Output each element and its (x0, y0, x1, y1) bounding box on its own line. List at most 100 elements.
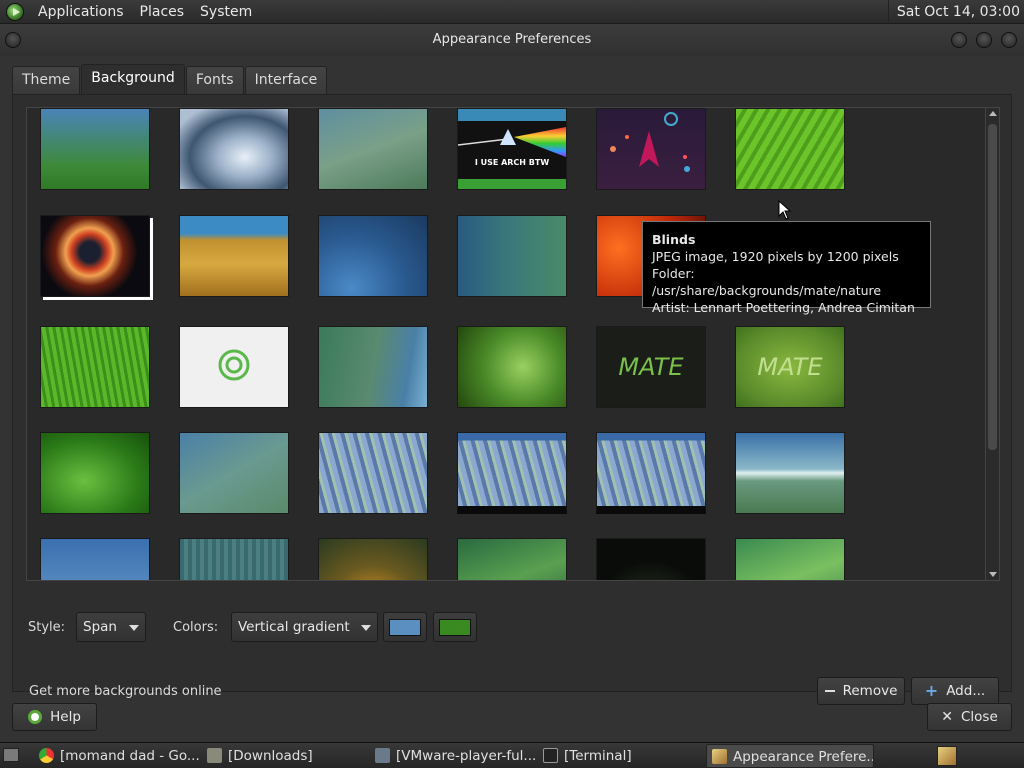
background-thumbnail[interactable] (318, 538, 428, 580)
add-button[interactable]: + Add... (911, 677, 999, 705)
background-thumbnail[interactable] (318, 108, 428, 190)
mate-logo-icon (218, 349, 250, 381)
menu-applications[interactable]: Applications (30, 0, 132, 24)
background-thumbnail[interactable] (596, 538, 706, 580)
folder-icon (207, 748, 222, 763)
tab-fonts[interactable]: Fonts (185, 66, 244, 94)
background-thumbnail[interactable] (457, 326, 567, 408)
background-thumbnail[interactable] (596, 432, 706, 514)
background-thumbnail[interactable] (457, 432, 567, 514)
background-thumbnail[interactable] (318, 432, 428, 514)
background-thumbnail[interactable] (318, 326, 428, 408)
scroll-up-icon[interactable] (989, 111, 997, 116)
minimize-icon[interactable] (951, 32, 967, 48)
scrollbar-thumb[interactable] (988, 124, 997, 450)
appearance-window: Appearance Preferences Theme Background … (0, 24, 1024, 742)
background-thumbnail[interactable] (735, 432, 845, 514)
background-thumbnail[interactable] (40, 326, 150, 408)
remove-button-label: Remove (842, 683, 898, 699)
background-thumbnail[interactable] (179, 108, 289, 190)
mate-rocket-icon (610, 112, 690, 172)
tab-interface[interactable]: Interface (244, 66, 328, 94)
menu-system[interactable]: System (192, 0, 260, 24)
tab-theme[interactable]: Theme (12, 66, 81, 94)
background-icon-view[interactable]: I USE ARCH BTW MATE MATE (26, 107, 986, 581)
background-thumbnail[interactable] (735, 108, 845, 190)
tooltip-line: JPEG image, 1920 pixels by 1200 pixels (652, 249, 899, 264)
taskbar-item-terminal[interactable]: [Terminal] (538, 744, 703, 768)
mate-menu-icon[interactable] (6, 2, 24, 21)
help-button[interactable]: Help (12, 703, 97, 731)
background-thumbnail[interactable] (40, 432, 150, 514)
background-thumbnail[interactable] (179, 538, 289, 580)
icon-view-scrollbar[interactable] (986, 107, 1000, 581)
mate-wordmark: MATE (757, 353, 823, 381)
background-thumbnail[interactable] (40, 215, 150, 297)
close-button-label: Close (960, 709, 998, 725)
chrome-icon (39, 748, 54, 763)
appearance-icon (712, 749, 727, 764)
background-thumbnail[interactable] (457, 538, 567, 580)
background-thumbnail[interactable]: MATE (735, 326, 845, 408)
tab-background[interactable]: Background (81, 64, 185, 94)
plus-icon: + (924, 681, 939, 700)
clock[interactable]: Sat Oct 14, 03:00 (887, 0, 1020, 24)
background-thumbnail[interactable] (457, 215, 567, 297)
workspace-switcher[interactable] (937, 746, 957, 766)
show-desktop-icon[interactable] (3, 748, 19, 762)
background-thumbnail[interactable] (596, 108, 706, 190)
tab-bar: Theme Background Fonts Interface (12, 64, 328, 94)
primary-color-button[interactable] (383, 612, 427, 642)
scroll-down-icon[interactable] (989, 572, 997, 577)
background-thumbnail[interactable]: I USE ARCH BTW (457, 108, 567, 190)
taskbar-item-downloads[interactable]: [Downloads] (202, 744, 367, 768)
secondary-color-swatch (439, 619, 471, 636)
background-thumbnail[interactable] (179, 326, 289, 408)
close-icon: ✕ (941, 709, 953, 725)
add-button-label: Add... (946, 683, 986, 699)
taskbar-item-vmware[interactable]: [VMware-player-ful... (370, 744, 535, 768)
tooltip-line: Folder: /usr/share/backgrounds/mate/natu… (652, 266, 882, 298)
taskbar-item-browser[interactable]: [momand dad - Go... (34, 744, 199, 768)
close-window-icon[interactable] (1001, 32, 1017, 48)
style-combo-value: Span (83, 619, 117, 635)
window-titlebar[interactable]: Appearance Preferences (0, 24, 1024, 56)
colors-combo-value: Vertical gradient (238, 619, 350, 635)
background-tooltip: Blinds JPEG image, 1920 pixels by 1200 p… (642, 221, 931, 315)
background-thumbnail[interactable] (318, 215, 428, 297)
get-more-backgrounds-link[interactable]: Get more backgrounds online (29, 684, 222, 699)
taskbar-item-label: Appearance Prefere... (733, 749, 874, 765)
taskbar-item-label: [VMware-player-ful... (396, 748, 535, 764)
remove-button[interactable]: Remove (817, 677, 905, 705)
help-lifebuoy-icon (28, 710, 43, 724)
tooltip-line: Artist: Lennart Poettering, Andrea Cimit… (652, 300, 915, 315)
maximize-icon[interactable] (976, 32, 992, 48)
colors-combo[interactable]: Vertical gradient (231, 612, 378, 642)
background-thumbnail[interactable]: MATE (596, 326, 706, 408)
mouse-pointer-icon (778, 200, 792, 220)
background-thumbnail[interactable] (179, 432, 289, 514)
taskbar-item-label: [momand dad - Go... (60, 748, 199, 764)
package-icon (375, 748, 390, 763)
window-title: Appearance Preferences (432, 32, 592, 47)
minus-icon (824, 690, 835, 692)
background-thumbnail[interactable] (40, 108, 150, 190)
terminal-icon (543, 748, 558, 763)
window-menu-icon[interactable] (5, 32, 21, 48)
arch-thumbnail-text: I USE ARCH BTW (474, 158, 550, 167)
chevron-down-icon (129, 625, 139, 631)
help-button-label: Help (50, 709, 81, 725)
chevron-down-icon (361, 625, 371, 631)
mate-wordmark: MATE (618, 353, 684, 381)
background-tab-panel: I USE ARCH BTW MATE MATE Style: Span Col… (12, 94, 1012, 705)
bottom-taskbar: [momand dad - Go... [Downloads] [VMware-… (0, 742, 1024, 768)
background-thumbnail[interactable] (735, 538, 845, 580)
secondary-color-button[interactable] (433, 612, 477, 642)
background-thumbnail[interactable] (40, 538, 150, 580)
top-panel: Applications Places System Sat Oct 14, 0… (0, 0, 1024, 24)
style-combo[interactable]: Span (76, 612, 146, 642)
taskbar-item-appearance[interactable]: Appearance Prefere... (706, 744, 874, 768)
background-thumbnail[interactable] (179, 215, 289, 297)
close-button[interactable]: ✕ Close (927, 703, 1012, 731)
menu-places[interactable]: Places (132, 0, 193, 24)
